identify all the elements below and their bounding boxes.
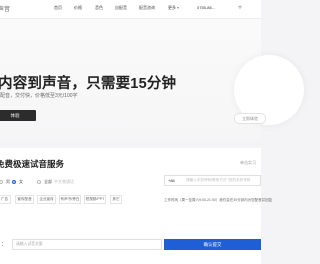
nav-more[interactable]: 更多▾ [168, 5, 179, 11]
chevron-down-icon: ▾ [177, 5, 180, 10]
radio-label: 男 [6, 179, 10, 184]
radio-label: 全部 [44, 179, 52, 184]
hero-subtitle: 配音，交付快，价格低至3元/100字 [0, 93, 78, 99]
text-label: 0 : [0, 241, 4, 248]
tag-ad[interactable]: 广告 [0, 195, 11, 204]
brand-logo[interactable]: 声音 [0, 4, 10, 13]
hero-cta-button[interactable]: 体验 [0, 110, 36, 121]
tag-promo[interactable]: 宣传配音 [15, 195, 34, 204]
text-placeholder: 请输入试音文案 [16, 242, 43, 246]
radio-circle [37, 180, 41, 184]
nav-home[interactable]: 首页 [54, 5, 62, 11]
nav-price[interactable]: 价格 [74, 5, 82, 11]
working-hours-note: 工作时间（周一至周六9:00-21:00）我们会在30分钟内为您配音并回复 [164, 198, 273, 202]
nav-consult[interactable]: 配音咨询 [139, 5, 155, 11]
tag-video[interactable]: 短视频/PPT [84, 195, 106, 204]
hero-title: 内容到声音，只需要15分钟 [0, 76, 177, 92]
user-center[interactable]: 个 [238, 5, 242, 11]
radio-female[interactable]: 女 [12, 179, 23, 185]
radio-male[interactable]: 男 [0, 179, 10, 185]
phone-placeholder: 请输入手机号码/联系方式 *您的手机号码 [186, 178, 251, 182]
tag-other[interactable]: 其它 [110, 195, 122, 204]
section-title: 免费极速试音服务 [0, 159, 65, 169]
radio-circle [0, 180, 3, 184]
top-navbar: 声音 首页 价格 音色 自配音 配音咨询 更多▾ 0755-86... 个 [0, 0, 261, 19]
submit-button[interactable]: 确认提交 [164, 239, 261, 250]
tag-corporate[interactable]: 企业宣传 [37, 195, 56, 204]
tag-audiobook[interactable]: 有声书/旁白 [59, 195, 81, 204]
nav-custom[interactable]: 自配音 [115, 5, 127, 11]
category-tags: 广告 宣传配音 企业宣传 有声书/旁白 短视频/PPT 其它 [0, 195, 162, 204]
radio-circle-checked [12, 180, 16, 184]
nav-voices[interactable]: 音色 [95, 5, 103, 11]
nav-more-label: 更多 [168, 5, 176, 10]
radio-all[interactable]: 全部 中文普通话 [37, 179, 74, 185]
phone-number: 0755-86... [197, 5, 216, 10]
section-link[interactable]: 单击实习 [240, 160, 256, 166]
hero-side-button[interactable]: 立即体验 [234, 113, 266, 124]
radio-label: 女 [19, 179, 23, 184]
radio-hint: 中文普通话 [54, 179, 74, 184]
country-code[interactable]: +86 [168, 178, 175, 183]
